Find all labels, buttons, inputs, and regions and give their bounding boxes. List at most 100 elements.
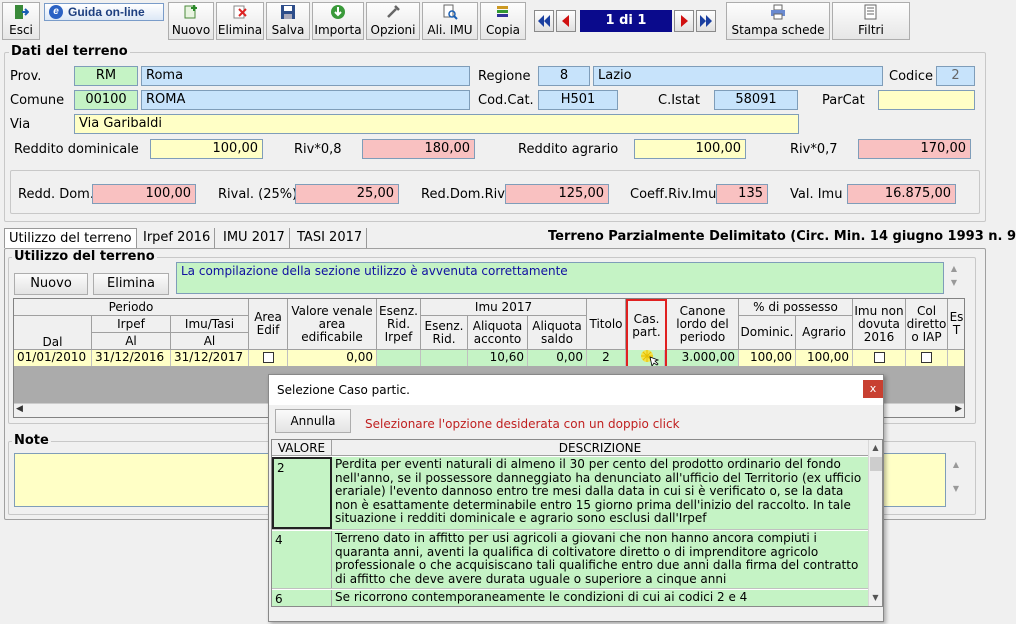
salva-button[interactable]: Salva — [266, 2, 310, 40]
annulla-button[interactable]: Annulla — [275, 409, 351, 433]
elimina-toolbar-button[interactable]: Elimina — [216, 2, 264, 40]
utilizzo-elimina-button[interactable]: Elimina — [93, 273, 169, 295]
ali-imu-button[interactable]: Ali. IMU — [422, 2, 478, 40]
importa-label: Importa — [314, 23, 362, 37]
dati-terreno-title: Dati del terreno — [9, 44, 130, 59]
search-doc-icon — [443, 4, 458, 20]
codice-label: Codice — [889, 69, 934, 84]
prov-name-field[interactable]: Roma — [141, 66, 470, 86]
scroll-left-icon[interactable]: ◀ — [16, 404, 23, 414]
col-diretto-checkbox[interactable] — [921, 352, 932, 363]
cell-cas-part[interactable] — [628, 350, 665, 366]
cell-imu-non-dovuta[interactable] — [853, 350, 906, 366]
note-title: Note — [12, 433, 51, 448]
cell-aliquota-saldo[interactable]: 0,00 — [528, 350, 587, 366]
cell-area-edif[interactable] — [249, 350, 288, 366]
cell-dominic[interactable]: 100,00 — [739, 350, 796, 366]
esci-button[interactable]: Esci — [2, 2, 40, 40]
reddito-agrario-field[interactable]: 100,00 — [634, 139, 746, 159]
dialog-vscrollbar[interactable]: ▲ ▼ — [868, 440, 882, 606]
scroll-down-icon[interactable]: ▼ — [869, 590, 882, 606]
col-valore-header: VALORE — [272, 440, 332, 456]
caso-descrizione[interactable]: Se ricorrono contemporaneamente le condi… — [332, 590, 868, 606]
tab-irpef-2016[interactable]: Irpef 2016 — [139, 228, 216, 248]
regione-code-field[interactable]: 8 — [538, 66, 590, 86]
copia-label: Copia — [485, 23, 521, 37]
caso-valore[interactable]: 4 — [272, 531, 332, 588]
importa-button[interactable]: Importa — [312, 2, 364, 40]
tab-utilizzo[interactable]: Utilizzo del terreno — [4, 228, 137, 248]
cell-agrario[interactable]: 100,00 — [796, 350, 853, 366]
copia-button[interactable]: Copia — [480, 2, 526, 40]
tools-icon — [387, 5, 400, 18]
caso-row[interactable]: 2 Perdita per eventi naturali di almeno … — [272, 457, 868, 530]
hdr-agrario: Agrario — [796, 316, 853, 350]
cell-canone[interactable]: 3.000,00 — [667, 350, 739, 366]
cell-dal[interactable]: 01/01/2010 — [14, 350, 92, 366]
elimina-label: Elimina — [217, 23, 263, 37]
dialog-hint: Selezionare l'opzione desiderata con un … — [365, 417, 680, 431]
caso-valore[interactable]: 6 — [272, 590, 332, 606]
prov-code-field[interactable]: RM — [74, 66, 138, 86]
cell-valore[interactable]: 0,00 — [288, 350, 377, 366]
first-record-button[interactable] — [534, 10, 554, 32]
via-field[interactable]: Via Garibaldi — [74, 114, 799, 134]
hdr-irpef-al: Al — [92, 333, 171, 350]
comune-code-field[interactable]: 00100 — [74, 90, 138, 110]
caso-descrizione[interactable]: Perdita per eventi naturali di almeno il… — [332, 457, 868, 529]
cell-aliquota-acconto[interactable]: 10,60 — [468, 350, 528, 366]
cell-irpef-al[interactable]: 31/12/2016 — [92, 350, 171, 366]
cell-es[interactable] — [948, 350, 964, 366]
prev-record-button[interactable] — [556, 10, 576, 32]
stampa-schede-label: Stampa schede — [731, 23, 825, 37]
message-scroll[interactable]: ▲ ▼ — [946, 262, 962, 294]
codcat-field[interactable]: H501 — [538, 90, 618, 110]
scroll-right-icon[interactable]: ▶ — [955, 404, 962, 414]
filtri-button[interactable]: Filtri — [832, 2, 910, 40]
cell-imu-al[interactable]: 31/12/2017 — [171, 350, 249, 366]
caso-descrizione[interactable]: Terreno dato in affitto per usi agricoli… — [332, 531, 868, 588]
prev-icon — [562, 15, 569, 27]
hdr-area-edif: Area Edif — [249, 299, 288, 350]
tab-imu-2017[interactable]: IMU 2017 — [219, 228, 290, 248]
terreno-note-label: Terreno Parzialmente Delimitato (Circ. M… — [548, 229, 1016, 244]
redd-dom-label: Redd. Dom. — [18, 187, 94, 202]
val-imu-field: 16.875,00 — [847, 184, 956, 204]
tab-tasi-2017[interactable]: TASI 2017 — [293, 228, 368, 248]
record-pager: 1 di 1 — [580, 10, 672, 32]
cistat-field[interactable]: 58091 — [714, 90, 798, 110]
selezione-caso-dialog: Selezione Caso partic. x Annulla Selezio… — [268, 374, 884, 622]
caso-valore[interactable]: 2 — [272, 457, 332, 529]
guida-online-button[interactable]: e Guida on-line — [44, 3, 164, 21]
cell-esenz-rid[interactable] — [421, 350, 468, 366]
dialog-close-button[interactable]: x — [863, 380, 883, 398]
caso-row[interactable]: 4 Terreno dato in affitto per usi agrico… — [272, 531, 868, 589]
parcat-field[interactable] — [878, 90, 975, 110]
cell-esenz-rid-irpef[interactable] — [377, 350, 421, 366]
hdr-valore-venale: Valore venale area edificabile — [288, 299, 377, 350]
col-descrizione-header: DESCRIZIONE — [332, 440, 868, 456]
regione-name-field[interactable]: Lazio — [593, 66, 883, 86]
via-label: Via — [10, 117, 31, 132]
next-record-button[interactable] — [674, 10, 694, 32]
comune-name-field[interactable]: ROMA — [141, 90, 470, 110]
cell-titolo[interactable]: 2 — [587, 350, 626, 366]
print-icon — [771, 4, 785, 20]
codice-field[interactable]: 2 — [936, 66, 975, 86]
reddito-dominicale-field[interactable]: 100,00 — [150, 139, 263, 159]
stampa-schede-button[interactable]: Stampa schede — [726, 2, 830, 40]
rival-label: Rival. (25%) — [218, 187, 298, 202]
area-edif-checkbox[interactable] — [262, 352, 274, 363]
scroll-thumb[interactable] — [870, 457, 882, 471]
imu-non-dovuta-checkbox[interactable] — [873, 352, 885, 363]
caso-row[interactable]: 6 Se ricorrono contemporaneamente le con… — [272, 590, 868, 606]
note-scroll[interactable]: ▲ ▼ — [948, 453, 964, 507]
nuovo-toolbar-button[interactable]: Nuovo — [168, 2, 214, 40]
scroll-up-icon[interactable]: ▲ — [869, 440, 882, 456]
last-record-button[interactable] — [696, 10, 716, 32]
opzioni-button[interactable]: Opzioni — [366, 2, 420, 40]
utilizzo-nuovo-button[interactable]: Nuovo — [14, 273, 88, 295]
delete-icon — [233, 5, 247, 19]
hdr-col-diretto: Col diretto o IAP — [906, 299, 948, 350]
cell-col-diretto[interactable] — [906, 350, 948, 366]
